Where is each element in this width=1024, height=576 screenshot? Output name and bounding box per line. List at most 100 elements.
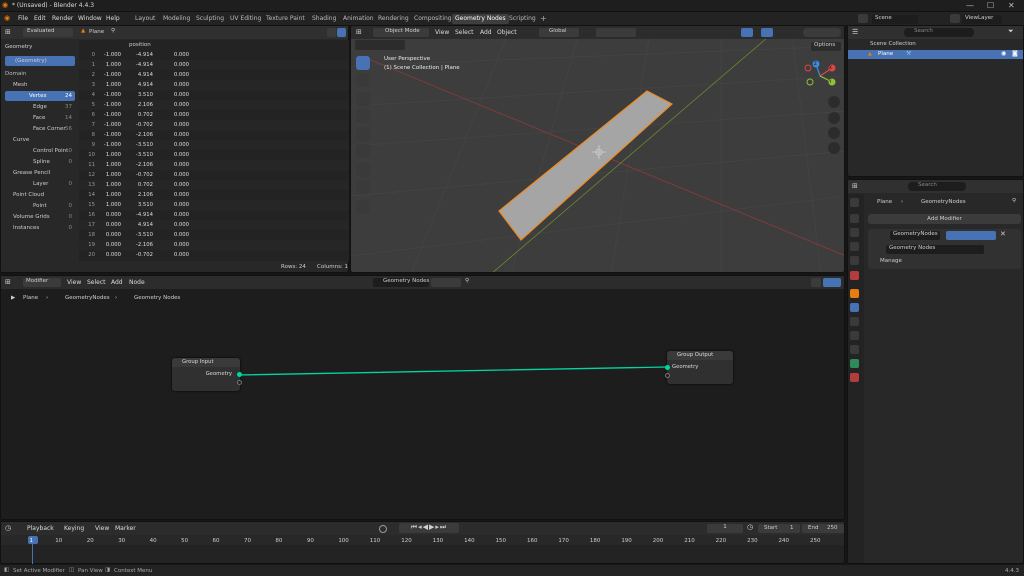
tree-mesh[interactable]: Mesh	[13, 80, 27, 91]
tree-instances[interactable]: Instances	[13, 223, 39, 234]
current-frame-input[interactable]: 1	[707, 524, 743, 533]
tab-geometry-nodes[interactable]: Geometry Nodes	[452, 14, 509, 24]
rotate-tool-icon[interactable]	[356, 109, 370, 123]
output-tab-icon[interactable]	[850, 228, 859, 237]
manage-panel-toggle[interactable]: Manage	[880, 258, 902, 264]
menu-help[interactable]: Help	[106, 15, 120, 22]
playback-controls[interactable]: ⏮◂◀▶▸⏭	[399, 523, 459, 533]
tab-sculpting[interactable]: Sculpting	[193, 14, 227, 24]
shading-mode-buttons[interactable]	[803, 28, 841, 37]
close-icon[interactable]: ✕	[1008, 1, 1015, 10]
group-output-node[interactable]: Group Output Geometry	[665, 351, 733, 384]
geometry-link[interactable]	[237, 366, 668, 376]
group-input-node[interactable]: Group Input Geometry	[172, 358, 242, 391]
zoom-icon[interactable]	[828, 96, 840, 108]
group-input-empty-socket[interactable]	[237, 380, 242, 385]
tree-vertex[interactable]: Vertex	[29, 91, 47, 102]
tree-point[interactable]: Point	[33, 201, 47, 212]
tree-control-point[interactable]: Control Point	[33, 146, 68, 157]
3d-viewport[interactable]: ⊞ Object Mode View Select Add Object Glo…	[350, 25, 845, 273]
timeline-menu-marker[interactable]: Marker	[115, 525, 136, 532]
pin-icon[interactable]: ⚲	[111, 28, 115, 34]
tree-curve[interactable]: Curve	[13, 135, 29, 146]
tree-grease-pencil[interactable]: Grease Pencil	[13, 168, 50, 179]
evaluation-mode-dropdown[interactable]: Evaluated	[23, 28, 73, 37]
scene-selector[interactable]: Scene	[872, 15, 918, 24]
tree-point-cloud[interactable]: Point Cloud	[13, 190, 44, 201]
render-camera-icon[interactable]: ◙	[1012, 50, 1018, 57]
group-output-geometry-socket[interactable]	[665, 365, 670, 370]
render-tab-icon[interactable]	[850, 214, 859, 223]
outliner-filter-icon[interactable]: ⏷	[1008, 27, 1014, 36]
scale-tool-icon[interactable]	[356, 127, 370, 141]
timeline-editor-icon[interactable]: ◷	[5, 524, 11, 532]
group-input-header[interactable]: Group Input	[172, 358, 240, 367]
viewport-canvas[interactable]	[351, 26, 845, 273]
outliner-search-input[interactable]: Search	[904, 28, 974, 37]
properties-search-input[interactable]: Search	[908, 182, 966, 191]
tree-edge[interactable]: Edge	[33, 102, 47, 113]
group-output-header[interactable]: Group Output	[667, 351, 733, 360]
modifier-tab-icon[interactable]	[850, 303, 859, 312]
menu-file[interactable]: File	[18, 15, 28, 22]
scene-icon[interactable]	[858, 14, 868, 23]
properties-pin-icon[interactable]: ⚲	[1012, 198, 1016, 204]
tree-volume-grids[interactable]: Volume Grids	[13, 212, 50, 223]
clock-icon[interactable]: ◷	[747, 523, 753, 531]
blender-menu-icon[interactable]: ◉	[4, 14, 10, 22]
editor-type-icon[interactable]: ⊞	[5, 28, 11, 36]
particles-tab-icon[interactable]	[850, 317, 859, 326]
scene-tab-icon[interactable]	[850, 256, 859, 265]
visibility-eye-icon[interactable]: ◉	[1001, 50, 1006, 57]
add-cube-tool-icon[interactable]	[356, 200, 370, 214]
view-layer-tab-icon[interactable]	[850, 242, 859, 251]
options-dropdown[interactable]: Options	[811, 42, 841, 51]
menu-window[interactable]: Window	[78, 15, 102, 22]
pan-hand-icon[interactable]	[828, 112, 840, 124]
selection-mode-buttons[interactable]	[355, 40, 405, 50]
maximize-icon[interactable]: ☐	[987, 1, 994, 10]
tab-modeling[interactable]: Modeling	[160, 14, 193, 24]
properties-editor-icon[interactable]: ⊞	[852, 182, 858, 190]
tool-tab-icon[interactable]	[850, 198, 859, 207]
tab-uv-editing[interactable]: UV Editing	[227, 14, 264, 24]
record-icon[interactable]	[379, 525, 387, 533]
tree-face-corner[interactable]: Face Corner	[33, 124, 66, 135]
tree-geometry[interactable]: Geometry	[5, 42, 32, 53]
viewport-menu-select[interactable]: Select	[455, 29, 474, 36]
menu-render[interactable]: Render	[52, 15, 73, 22]
timeline-menu-keying[interactable]: Keying	[64, 525, 84, 532]
filter-icon[interactable]	[337, 28, 346, 37]
tree-face[interactable]: Face	[33, 113, 45, 124]
perspective-grid-icon[interactable]	[828, 142, 840, 154]
tree-geometry-instance[interactable]: (Geometry)	[15, 56, 47, 67]
pivot-snap-controls[interactable]	[596, 28, 636, 37]
tab-layout[interactable]: Layout	[132, 14, 158, 24]
minimize-icon[interactable]: —	[966, 1, 974, 10]
node-group-selector[interactable]: Geometry Nodes	[886, 245, 984, 254]
object-tab-icon[interactable]	[850, 289, 859, 298]
move-tool-icon[interactable]	[356, 92, 370, 106]
modifier-name-input[interactable]: GeometryNodes	[890, 231, 940, 240]
add-workspace-icon[interactable]: +	[540, 14, 547, 23]
modifier-visibility-toggles[interactable]	[946, 231, 996, 240]
timeline-menu-view[interactable]: View	[95, 525, 109, 532]
view-layer-icon[interactable]	[950, 14, 960, 23]
viewport-menu-object[interactable]: Object	[497, 29, 517, 36]
tab-shading[interactable]: Shading	[309, 14, 339, 24]
viewport-menu-view[interactable]: View	[435, 29, 449, 36]
tree-layer[interactable]: Layer	[33, 179, 48, 190]
camera-view-icon[interactable]	[828, 127, 840, 139]
tab-scripting[interactable]: Scripting	[506, 14, 539, 24]
object-mode-dropdown[interactable]: Object Mode	[373, 28, 429, 37]
viewport-menu-add[interactable]: Add	[480, 29, 492, 36]
tab-animation[interactable]: Animation	[340, 14, 377, 24]
plane-mesh[interactable]	[498, 90, 674, 241]
overlay-toggle-icon[interactable]	[761, 28, 773, 37]
tab-rendering[interactable]: Rendering	[375, 14, 412, 24]
outliner-scene-collection[interactable]: Scene Collection	[870, 41, 916, 47]
add-modifier-button[interactable]: Add Modifier	[868, 214, 1021, 224]
data-tab-icon[interactable]	[850, 359, 859, 368]
material-tab-icon[interactable]	[850, 373, 859, 382]
select-box-tool-icon[interactable]	[356, 56, 370, 70]
